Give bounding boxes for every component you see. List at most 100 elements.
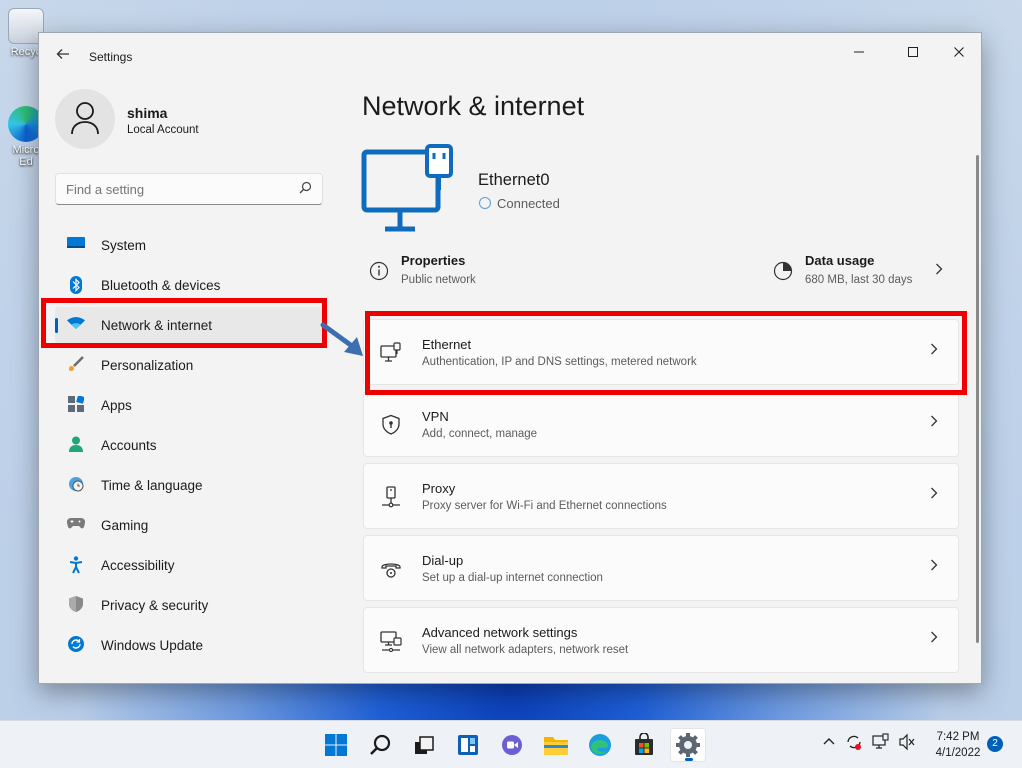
settings-taskbar-button[interactable]: [670, 728, 706, 762]
proxy-card[interactable]: Proxy Proxy server for Wi-Fi and Etherne…: [363, 463, 959, 529]
advanced-network-icon: [380, 631, 402, 652]
taskbar-clock[interactable]: 7:42 PM 4/1/2022: [930, 729, 986, 761]
close-icon: [954, 47, 964, 57]
connection-status-text: Connected: [497, 196, 560, 211]
chevron-right-icon: [930, 486, 938, 502]
card-title: Advanced network settings: [422, 625, 578, 640]
properties-subtitle: Public network: [401, 274, 476, 286]
show-hidden-icons-button[interactable]: [822, 735, 836, 749]
sync-alert-icon: [847, 735, 861, 750]
vpn-card[interactable]: VPN Add, connect, manage: [363, 391, 959, 457]
person-avatar-icon: [71, 102, 99, 135]
taskbar: 7:42 PM 4/1/2022 2: [0, 720, 1022, 768]
data-usage-link[interactable]: Data usage 680 MB, last 30 days: [773, 253, 953, 293]
dialup-card[interactable]: Dial-up Set up a dial-up internet connec…: [363, 535, 959, 601]
windows-logo-icon: [325, 734, 347, 756]
tray-sync-icon-button[interactable]: [845, 733, 863, 754]
sidebar-item-label: Personalization: [101, 357, 194, 373]
globe-icon: [479, 197, 491, 209]
title-bar: Settings: [39, 33, 981, 81]
sidebar-item-privacy-security[interactable]: Privacy & security: [55, 587, 325, 623]
tray-network-button[interactable]: [872, 733, 890, 754]
sidebar-item-label: Accounts: [101, 437, 157, 453]
store-button[interactable]: [628, 729, 660, 761]
shield-icon: [67, 596, 85, 614]
sidebar-item-time-language[interactable]: Time & language: [55, 467, 325, 503]
chat-button[interactable]: [496, 729, 528, 761]
card-title: VPN: [422, 409, 449, 424]
connection-name: Ethernet0: [478, 171, 550, 189]
sidebar-item-accounts[interactable]: Accounts: [55, 427, 325, 463]
task-view-button[interactable]: [408, 729, 440, 761]
user-name: shima: [127, 105, 168, 121]
tray-volume-button[interactable]: [898, 733, 916, 754]
sidebar-item-personalization[interactable]: Personalization: [55, 347, 325, 383]
recycle-bin-label: Recyc: [10, 46, 42, 58]
card-title: Proxy: [422, 481, 456, 496]
card-subtitle: Add, connect, manage: [422, 428, 538, 440]
card-subtitle: View all network adapters, network reset: [422, 644, 629, 656]
sidebar-item-label: Time & language: [101, 477, 203, 493]
search-icon: [370, 734, 391, 755]
chevron-up-icon: [823, 738, 835, 745]
sidebar-item-label: System: [101, 237, 147, 253]
edge-label: Micro Ed: [12, 144, 40, 168]
search-input[interactable]: [56, 174, 276, 204]
update-icon: [67, 636, 85, 654]
file-explorer-button[interactable]: [540, 729, 572, 761]
active-app-indicator: [685, 758, 693, 761]
edge-browser-icon: [589, 734, 611, 756]
search-icon[interactable]: [299, 181, 312, 197]
task-view-icon: [415, 736, 434, 754]
properties-link[interactable]: Properties Public network: [369, 253, 529, 293]
data-usage-title: Data usage: [805, 253, 875, 268]
sidebar-item-windows-update[interactable]: Windows Update: [55, 627, 325, 663]
maximize-button[interactable]: [890, 39, 936, 71]
ethernet-highlight-box: [365, 311, 967, 395]
person-icon: [67, 436, 85, 454]
info-icon: [369, 261, 389, 281]
taskbar-search-button[interactable]: [364, 729, 396, 761]
clock-globe-icon: [67, 476, 85, 494]
back-arrow-icon: [56, 49, 69, 59]
sidebar-item-label: Bluetooth & devices: [101, 277, 221, 293]
data-usage-icon: [773, 261, 793, 281]
minimize-button[interactable]: [836, 39, 882, 71]
sidebar-item-gaming[interactable]: Gaming: [55, 507, 325, 543]
widgets-button[interactable]: [452, 729, 484, 761]
data-usage-chevron-icon[interactable]: [935, 262, 943, 278]
proxy-icon: [382, 486, 400, 508]
chat-icon: [502, 735, 522, 755]
properties-title: Properties: [401, 253, 466, 268]
clock-time: 7:42 PM: [936, 731, 980, 743]
settings-search-box[interactable]: [55, 173, 323, 205]
card-subtitle: Proxy server for Wi-Fi and Ethernet conn…: [422, 500, 667, 512]
account-type: Local Account: [127, 124, 199, 136]
notification-badge[interactable]: 2: [987, 736, 1003, 752]
close-button[interactable]: [936, 39, 981, 71]
vpn-shield-icon: [382, 414, 400, 435]
connection-status: Connected: [479, 196, 560, 211]
sidebar-item-label: Windows Update: [101, 637, 204, 653]
sidebar-item-label: Apps: [101, 397, 132, 413]
app-title: Settings: [89, 50, 133, 64]
chevron-right-icon: [930, 558, 938, 574]
accessibility-icon: [67, 556, 85, 574]
minimize-icon: [854, 51, 864, 53]
sidebar-item-system[interactable]: System: [55, 227, 325, 263]
content-scrollbar[interactable]: [976, 155, 979, 643]
edge-button[interactable]: [584, 729, 616, 761]
dialup-icon: [381, 563, 401, 578]
apps-icon: [67, 395, 85, 414]
sidebar-item-accessibility[interactable]: Accessibility: [55, 547, 325, 583]
back-button[interactable]: [53, 47, 73, 67]
sidebar-item-apps[interactable]: Apps: [55, 387, 325, 423]
maximize-icon: [908, 47, 918, 57]
advanced-network-settings-card[interactable]: Advanced network settings View all netwo…: [363, 607, 959, 673]
chevron-right-icon: [930, 630, 938, 646]
gear-icon: [676, 733, 700, 757]
card-subtitle: Set up a dial-up internet connection: [422, 572, 603, 584]
network-status-icon: [872, 733, 889, 749]
volume-muted-icon: [899, 733, 915, 751]
start-button[interactable]: [320, 729, 352, 761]
